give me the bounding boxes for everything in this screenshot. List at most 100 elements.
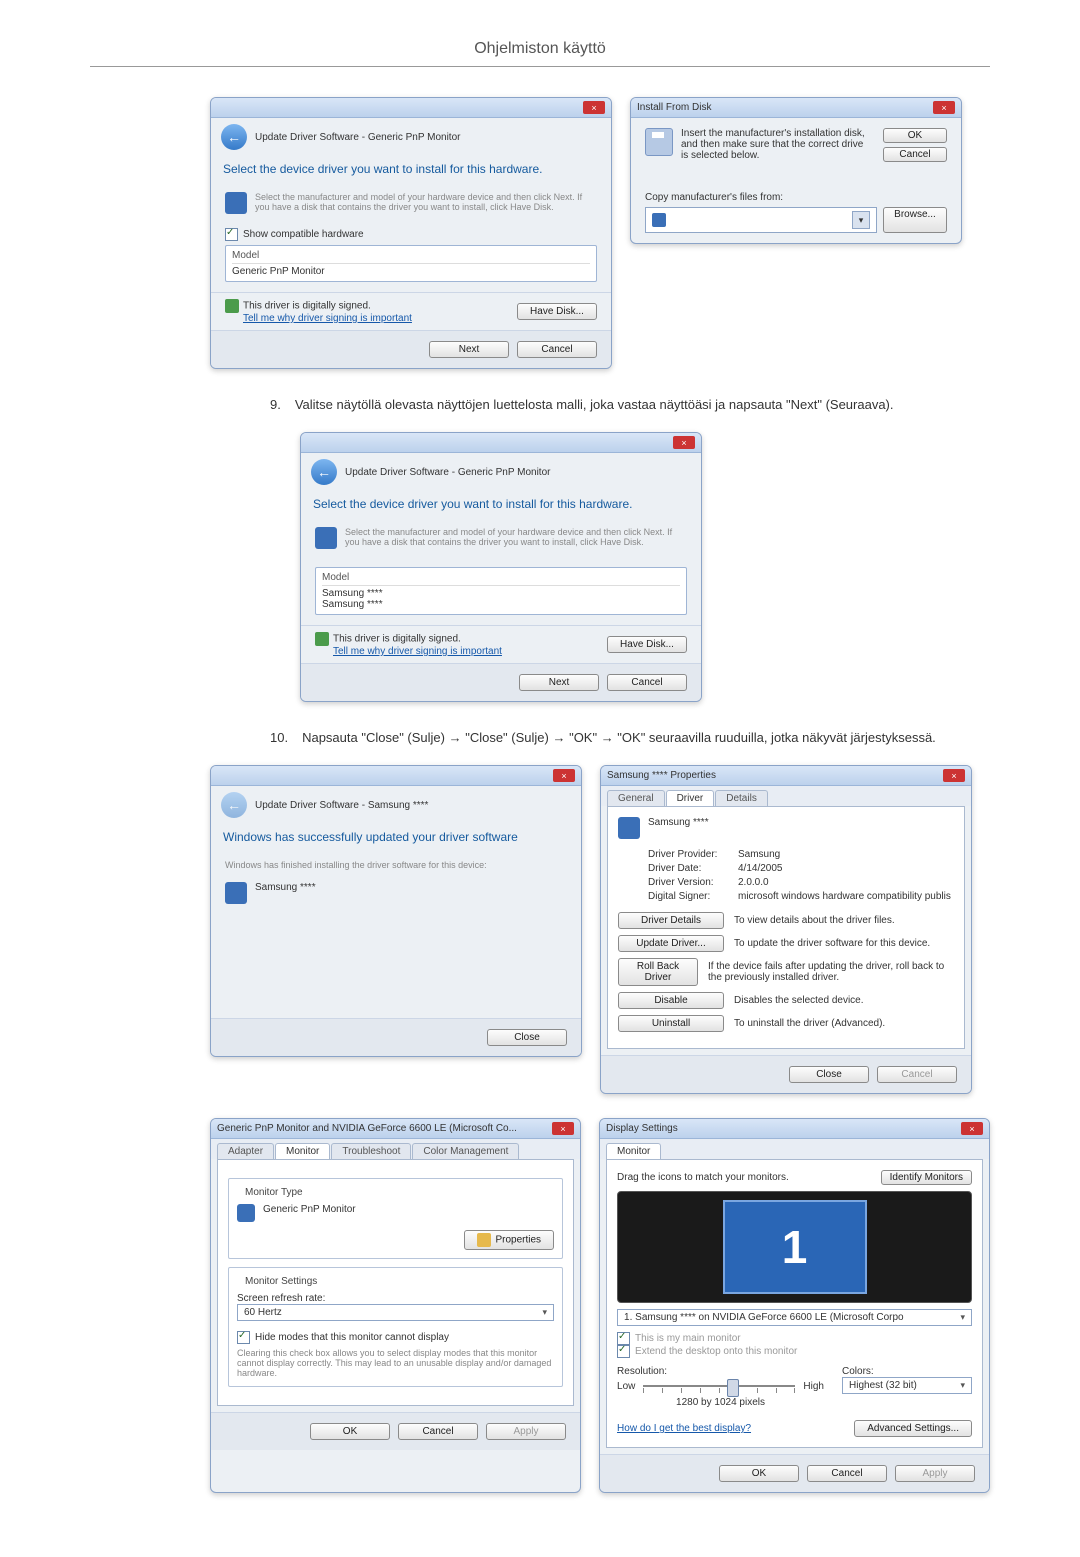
tab-monitor[interactable]: Monitor <box>275 1143 330 1159</box>
shield-icon <box>225 299 239 313</box>
tab-color-mgmt[interactable]: Color Management <box>412 1143 519 1159</box>
refresh-rate-label: Screen refresh rate: <box>237 1293 554 1304</box>
have-disk-button[interactable]: Have Disk... <box>607 636 687 653</box>
device-name: Samsung **** <box>648 817 709 828</box>
resolution-value: 1280 by 1024 pixels <box>617 1397 824 1408</box>
show-compat-checkbox[interactable] <box>225 228 238 241</box>
date-label: Driver Date: <box>648 863 738 874</box>
date-value: 4/14/2005 <box>738 863 783 874</box>
dialog-subtext: Select the manufacturer and model of you… <box>255 192 597 212</box>
cancel-button[interactable]: Cancel <box>807 1465 887 1482</box>
close-icon[interactable]: × <box>583 101 605 114</box>
disable-button[interactable]: Disable <box>618 992 724 1009</box>
monitor-settings-legend: Monitor Settings <box>241 1276 321 1287</box>
hide-modes-checkbox[interactable] <box>237 1331 250 1344</box>
instruction-step-10: 10. Napsauta "Close" (Sulje) → "Close" (… <box>270 730 990 745</box>
close-icon[interactable]: × <box>553 769 575 782</box>
update-driver-desc: To update the driver software for this d… <box>734 938 930 949</box>
tab-monitor[interactable]: Monitor <box>606 1143 661 1159</box>
tab-troubleshoot[interactable]: Troubleshoot <box>331 1143 411 1159</box>
driver-details-desc: To view details about the driver files. <box>734 915 895 926</box>
cancel-button[interactable]: Cancel <box>517 341 597 358</box>
close-icon[interactable]: × <box>933 101 955 114</box>
chevron-down-icon[interactable]: ▾ <box>852 211 870 229</box>
slider-thumb[interactable] <box>727 1379 739 1397</box>
step-text: Valitse näytöllä olevasta näyttöjen luet… <box>295 397 894 412</box>
extend-desktop-label: Extend the desktop onto this monitor <box>635 1346 797 1357</box>
chevron-down-icon: ▾ <box>960 1312 965 1323</box>
device-icon <box>618 817 640 839</box>
close-icon[interactable]: × <box>961 1122 983 1135</box>
close-icon[interactable]: × <box>943 769 965 782</box>
titlebar: Install From Disk × <box>631 98 961 118</box>
dialog-title: Update Driver Software - Generic PnP Mon… <box>255 132 460 143</box>
best-display-link[interactable]: How do I get the best display? <box>617 1423 751 1434</box>
uninstall-button[interactable]: Uninstall <box>618 1015 724 1032</box>
refresh-rate-select[interactable]: 60 Hertz▾ <box>237 1304 554 1321</box>
cancel-button[interactable]: Cancel <box>607 674 687 691</box>
resolution-slider[interactable]: Low High <box>617 1377 824 1395</box>
provider-label: Driver Provider: <box>648 849 738 860</box>
driver-details-button[interactable]: Driver Details <box>618 912 724 929</box>
dialog-update-driver-2: × ← Update Driver Software - Generic PnP… <box>300 432 702 702</box>
dialog-display-settings: Display Settings× Monitor Drag the icons… <box>599 1118 990 1493</box>
tab-driver[interactable]: Driver <box>666 790 715 806</box>
cancel-button: Cancel <box>877 1066 957 1083</box>
have-disk-button[interactable]: Have Disk... <box>517 303 597 320</box>
advanced-settings-button[interactable]: Advanced Settings... <box>854 1420 972 1437</box>
extend-desktop-checkbox <box>617 1345 630 1358</box>
titlebar: × <box>211 766 581 786</box>
browse-button[interactable]: Browse... <box>883 207 947 233</box>
divider <box>90 66 990 67</box>
update-driver-button[interactable]: Update Driver... <box>618 935 724 952</box>
ok-button[interactable]: OK <box>883 128 947 143</box>
copy-from-label: Copy manufacturer's files from: <box>645 192 947 203</box>
properties-button[interactable]: Properties <box>464 1230 554 1250</box>
back-icon[interactable]: ← <box>221 124 247 150</box>
model-row[interactable]: Generic PnP Monitor <box>232 266 590 277</box>
disk-icon <box>645 128 673 156</box>
colors-select[interactable]: Highest (32 bit)▾ <box>842 1377 972 1394</box>
colors-label: Colors: <box>842 1366 972 1377</box>
close-icon[interactable]: × <box>552 1122 574 1135</box>
tab-details[interactable]: Details <box>715 790 768 806</box>
path-input[interactable]: ▾ <box>645 207 877 233</box>
back-icon[interactable]: ← <box>311 459 337 485</box>
chevron-down-icon: ▾ <box>543 1307 548 1318</box>
tell-me-link[interactable]: Tell me why driver signing is important <box>243 313 412 324</box>
signer-value: microsoft windows hardware compatibility… <box>738 891 951 902</box>
cancel-button[interactable]: Cancel <box>883 147 947 162</box>
identify-monitors-button[interactable]: Identify Monitors <box>881 1170 972 1185</box>
dialog-title: Display Settings <box>606 1123 678 1134</box>
col-header-model: Model <box>322 572 680 586</box>
dialog-title: Generic PnP Monitor and NVIDIA GeForce 6… <box>217 1123 517 1134</box>
tab-general[interactable]: General <box>607 790 665 806</box>
apply-button: Apply <box>895 1465 975 1482</box>
close-button[interactable]: Close <box>487 1029 567 1046</box>
back-icon: ← <box>221 792 247 818</box>
tell-me-link[interactable]: Tell me why driver signing is important <box>333 646 502 657</box>
model-row[interactable]: Samsung **** <box>322 599 680 610</box>
monitor-arrangement[interactable]: 1 <box>617 1191 972 1303</box>
model-row[interactable]: Samsung **** <box>322 588 680 599</box>
hide-modes-note: Clearing this check box allows you to se… <box>237 1348 554 1378</box>
ok-button[interactable]: OK <box>310 1423 390 1440</box>
cancel-button[interactable]: Cancel <box>398 1423 478 1440</box>
ok-button[interactable]: OK <box>719 1465 799 1482</box>
dialog-heading: Select the device driver you want to ins… <box>211 156 611 182</box>
device-name: Samsung **** <box>255 882 316 893</box>
monitor-type-legend: Monitor Type <box>241 1187 307 1198</box>
install-disk-msg: Insert the manufacturer's installation d… <box>681 128 873 161</box>
step-text: Napsauta "Close" (Sulje) → "Close" (Sulj… <box>302 730 936 745</box>
rollback-button[interactable]: Roll Back Driver <box>618 958 698 986</box>
tab-adapter[interactable]: Adapter <box>217 1143 274 1159</box>
close-button[interactable]: Close <box>789 1066 869 1083</box>
monitor-1-icon[interactable]: 1 <box>723 1200 867 1294</box>
next-button[interactable]: Next <box>429 341 509 358</box>
device-icon <box>225 192 247 214</box>
next-button[interactable]: Next <box>519 674 599 691</box>
uninstall-desc: To uninstall the driver (Advanced). <box>734 1018 885 1029</box>
monitor-select[interactable]: 1. Samsung **** on NVIDIA GeForce 6600 L… <box>617 1309 972 1326</box>
success-subtext: Windows has finished installing the driv… <box>225 860 567 870</box>
close-icon[interactable]: × <box>673 436 695 449</box>
